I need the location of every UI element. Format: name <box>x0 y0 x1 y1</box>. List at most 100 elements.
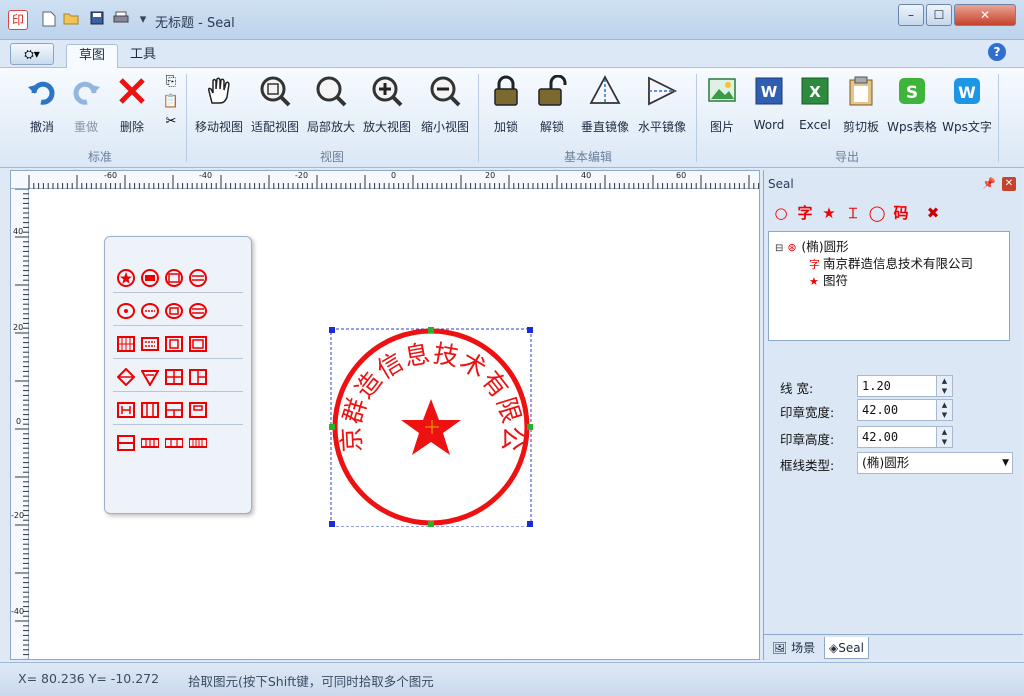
export-clipboard-button[interactable]: 剪切板 <box>838 74 884 138</box>
palette-ellipse-dash-icon[interactable] <box>141 302 159 320</box>
palette-wide-strip-icon[interactable] <box>189 434 207 452</box>
border-type-select[interactable]: (椭)圆形 ▼ <box>857 452 1013 474</box>
delete-element-icon[interactable]: ✖ <box>922 202 944 224</box>
save-disk-icon[interactable] <box>88 11 106 29</box>
ruler-label: 60 <box>676 171 687 180</box>
fit-view-button[interactable]: 适配视图 <box>248 74 302 138</box>
palette-quad-square-icon[interactable] <box>165 368 183 386</box>
new-document-icon[interactable] <box>40 11 58 29</box>
print-icon[interactable] <box>112 11 130 29</box>
seal-app-icon[interactable]: 印 <box>8 10 28 30</box>
seal-width-spinner[interactable]: ▲ ▼ <box>936 400 952 420</box>
palette-split-square-icon[interactable] <box>189 368 207 386</box>
panel-header: Seal 📌 ✕ <box>764 170 1022 198</box>
palette-box-d-icon[interactable] <box>189 401 207 419</box>
maximize-icon[interactable]: ☐ <box>926 4 952 26</box>
chevron-down-icon: ▼ <box>1002 458 1009 468</box>
app-menu-button[interactable]: ⛭▾ <box>10 43 54 65</box>
circle-icon[interactable]: ○ <box>770 202 792 224</box>
export-excel-button[interactable]: X Excel <box>794 74 836 138</box>
palette-box-c-icon[interactable] <box>165 401 183 419</box>
star-icon[interactable]: ★ <box>818 202 840 224</box>
unlock-button[interactable]: 解锁 <box>532 74 572 138</box>
tree-circle-star-icon: ⊛ <box>787 241 797 254</box>
palette-ellipse-rect-icon[interactable] <box>165 302 183 320</box>
cut-icon[interactable]: ✂ <box>160 114 182 134</box>
copy-icon[interactable]: ⎘ <box>160 74 182 94</box>
palette-bar-circle-icon[interactable] <box>141 269 159 287</box>
export-wps-writer-button[interactable]: W Wps文字 <box>940 74 994 138</box>
palette-framed-square-icon[interactable] <box>189 335 207 353</box>
pan-view-button[interactable]: 移动视图 <box>192 74 246 138</box>
tab-seal[interactable]: ◈Seal <box>824 637 869 659</box>
group-separator <box>696 74 697 162</box>
svg-text:W: W <box>958 83 976 102</box>
tab-scene[interactable]: 🖼 场景 <box>768 637 819 659</box>
palette-box-b-icon[interactable] <box>141 401 159 419</box>
tab-tools[interactable]: 工具 <box>118 44 168 68</box>
vertical-mirror-button[interactable]: 垂直镜像 <box>576 74 634 138</box>
text-icon[interactable]: 字 <box>794 202 816 224</box>
ruler-label: -40 <box>11 607 25 616</box>
horizontal-mirror-icon <box>645 74 679 108</box>
palette-ellipse-lines-icon[interactable] <box>189 302 207 320</box>
palette-row <box>113 296 243 326</box>
ruler-label: 40 <box>13 227 24 236</box>
image-export-icon <box>705 74 739 108</box>
zoom-out-button[interactable]: 缩小视图 <box>416 74 474 138</box>
export-word-button[interactable]: W Word <box>746 74 792 138</box>
ruler-label: 40 <box>581 171 592 180</box>
zoom-in-button[interactable]: 放大视图 <box>360 74 414 138</box>
lock-icon <box>489 74 523 108</box>
code-icon[interactable]: 码 <box>890 202 912 224</box>
palette-triangle-icon[interactable] <box>141 368 159 386</box>
ring-icon[interactable]: ◯ <box>866 202 888 224</box>
minimize-icon[interactable]: – <box>898 4 924 26</box>
palette-wide-bars-icon[interactable] <box>141 434 159 452</box>
group-label-export: 导出 <box>834 150 859 164</box>
palette-bar-square-icon[interactable] <box>117 434 135 452</box>
palette-dotted-square-icon[interactable] <box>141 335 159 353</box>
open-folder-icon[interactable] <box>62 11 80 29</box>
seal-height-spinner[interactable]: ▲ ▼ <box>936 427 952 447</box>
tab-sketch[interactable]: 草图 <box>66 44 119 68</box>
zoom-area-button[interactable]: 局部放大 <box>304 74 358 138</box>
group-label-basic-edit: 基本编辑 <box>563 150 612 164</box>
help-icon[interactable]: ? <box>988 43 1006 61</box>
close-icon[interactable]: ✕ <box>954 4 1016 26</box>
export-wps-sheet-button[interactable]: S Wps表格 <box>886 74 938 138</box>
seal-tab-icon: ◈ <box>829 641 839 655</box>
palette-ellipse-dot-icon[interactable] <box>117 302 135 320</box>
ruler-label: 20 <box>13 323 24 332</box>
palette-star-circle-icon[interactable] <box>117 269 135 287</box>
tree-item-symbol[interactable]: ★ 图符 <box>809 270 848 289</box>
panel-title: Seal <box>768 177 794 191</box>
undo-button[interactable]: 撤消 <box>22 74 62 138</box>
palette-rect-circle-icon[interactable] <box>165 269 183 287</box>
seal-drawing[interactable]: 南京群造信息技术有限公司 <box>316 304 533 528</box>
palette-double-square-icon[interactable] <box>165 335 183 353</box>
paste-icon[interactable]: 📋 <box>160 94 182 114</box>
customize-dropdown-icon[interactable]: ▾ <box>134 11 152 29</box>
palette-row <box>113 395 243 425</box>
drawing-canvas[interactable]: -60 -40 -20 0 20 40 60 40 20 0 -20 -40 京… <box>10 170 760 660</box>
redo-button[interactable]: 重做 <box>66 74 106 138</box>
panel-close-icon[interactable]: ✕ <box>1002 177 1016 191</box>
palette-box-a-icon[interactable] <box>117 401 135 419</box>
delete-button[interactable]: 删除 <box>112 74 152 138</box>
palette-grid-square-icon[interactable] <box>117 335 135 353</box>
horizontal-mirror-button[interactable]: 水平镜像 <box>634 74 690 138</box>
ruler-label: -40 <box>199 171 213 180</box>
zoom-fit-icon <box>258 74 292 108</box>
palette-diamond-icon[interactable] <box>117 368 135 386</box>
line-width-spinner[interactable]: ▲ ▼ <box>936 376 952 396</box>
clipboard-small-buttons: ⎘ 📋 ✂ <box>160 74 182 134</box>
seal-element-toolbar: ○ 字 ★ ⌶ ◯ 码 ✖ <box>768 202 1018 226</box>
palette-wide-cells-icon[interactable] <box>165 434 183 452</box>
tree-collapse-icon[interactable]: ⊟ <box>775 243 783 254</box>
line-icon[interactable]: ⌶ <box>842 202 864 224</box>
lock-button[interactable]: 加锁 <box>486 74 526 138</box>
pin-icon[interactable]: 📌 <box>982 170 996 198</box>
palette-lines-circle-icon[interactable] <box>189 269 207 287</box>
export-image-button[interactable]: 图片 <box>702 74 742 138</box>
